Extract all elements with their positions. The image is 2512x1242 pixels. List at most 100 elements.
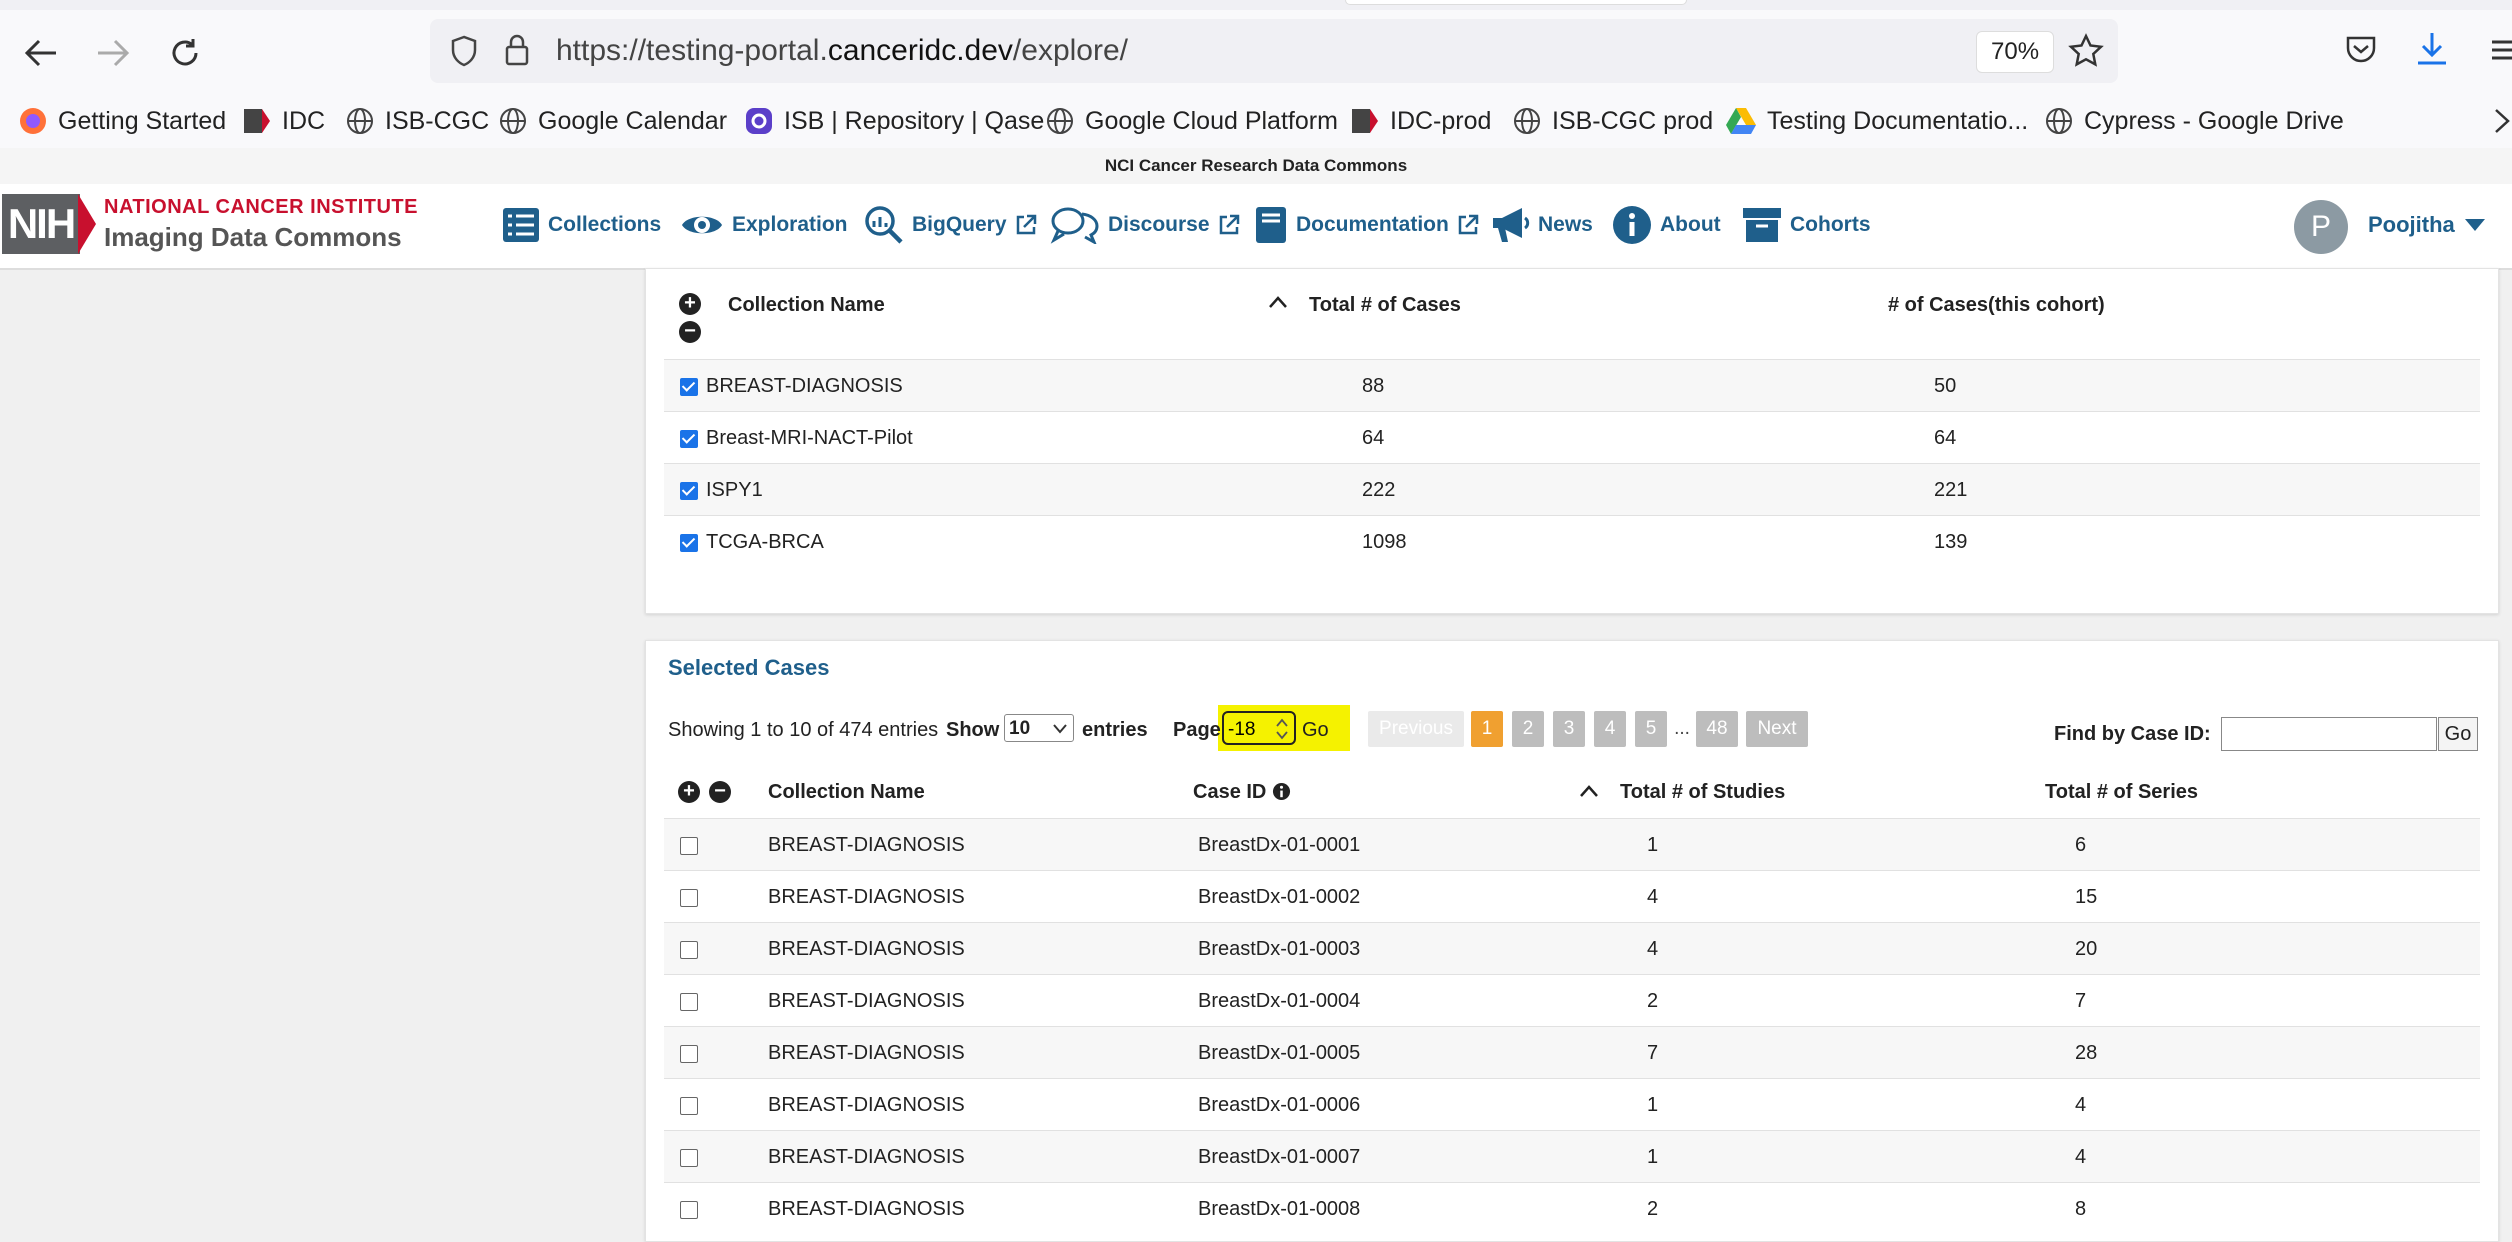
star-icon[interactable] [2068,33,2104,69]
arrow-right-icon [98,39,130,67]
page-go-button[interactable]: Go [1302,719,1329,742]
bookmark-testing-docs[interactable]: Testing Documentatio... [1725,100,2028,142]
bookmark-label: ISB-CGC prod [1552,106,1714,135]
nav-cohorts[interactable]: Cohorts [1742,202,1871,248]
table-row[interactable]: ISPY1 222 221 [664,463,2480,516]
table-row[interactable]: BREAST-DIAGNOSIS BreastDx-01-0003 4 20 [664,922,2480,975]
bookmark-label: ISB-CGC [385,106,490,135]
page-button-last[interactable]: 48 [1696,711,1738,747]
bookmark-idc-prod[interactable]: IDC-prod [1350,100,1491,142]
nav-bigquery[interactable]: BigQuery [864,202,1037,248]
table-row[interactable]: BREAST-DIAGNOSIS BreastDx-01-0007 1 4 [664,1130,2480,1183]
col-header-collection-name[interactable]: Collection Name [768,781,925,804]
page-button-4[interactable]: 4 [1594,711,1626,747]
forward-button[interactable] [88,28,138,78]
menu-icon[interactable] [2490,38,2512,62]
col-header-cohort-cases[interactable]: # of Cases(this cohort) [1888,294,2105,317]
collapse-all-icon[interactable]: − [679,321,701,343]
page-button-2[interactable]: 2 [1512,711,1544,747]
download-icon[interactable] [2414,30,2450,68]
bookmark-idc[interactable]: IDC [242,100,325,142]
table-row[interactable]: BREAST-DIAGNOSIS BreastDx-01-0006 1 4 [664,1078,2480,1131]
col-header-series[interactable]: Total # of Series [2045,781,2198,804]
row-checkbox[interactable] [680,1097,698,1115]
bookmark-google-cloud[interactable]: Google Cloud Platform [1045,100,1338,142]
qase-icon [746,108,772,134]
page-button-5[interactable]: 5 [1635,711,1667,747]
find-case-go-button[interactable]: Go [2438,717,2478,751]
row-checkbox[interactable] [680,1201,698,1219]
book-icon [1256,207,1286,243]
table-row[interactable]: BREAST-DIAGNOSIS 88 50 [664,359,2480,412]
row-checkbox[interactable] [680,1149,698,1167]
expand-all-icon[interactable]: + [679,293,701,315]
collapse-all-icon[interactable]: − [709,781,731,803]
address-bar[interactable]: https://testing-portal.canceridc.dev/exp… [430,19,2118,83]
nih-chevron [78,194,96,254]
nav-exploration[interactable]: Exploration [680,202,848,248]
table-row[interactable]: BREAST-DIAGNOSIS BreastDx-01-0005 7 28 [664,1026,2480,1079]
back-button[interactable] [16,28,66,78]
nav-discourse[interactable]: Discourse [1050,202,1240,248]
find-case-input[interactable] [2221,717,2437,751]
user-menu[interactable]: Poojitha [2368,212,2485,238]
page-button-3[interactable]: 3 [1553,711,1585,747]
col-header-collection-name[interactable]: Collection Name [728,294,885,317]
sort-asc-icon[interactable] [1268,295,1288,309]
nav-about[interactable]: About [1612,202,1721,248]
bookmark-label: Getting Started [58,106,227,135]
nav-news[interactable]: News [1490,202,1593,248]
row-checkbox[interactable] [680,837,698,855]
previous-button[interactable]: Previous [1368,711,1464,747]
nci-strip[interactable]: NCI Cancer Research Data Commons [0,148,2512,185]
col-header-case-id[interactable]: Case ID [1193,781,1291,804]
bookmark-label: IDC-prod [1390,106,1492,135]
row-checkbox[interactable] [680,993,698,1011]
chevron-right-icon[interactable] [2494,108,2510,134]
megaphone-icon [1493,208,1530,242]
sort-asc-icon[interactable] [1579,784,1599,798]
idc-icon [244,109,270,133]
bookmark-isb-cgc-prod[interactable]: ISB-CGC prod [1512,100,1713,142]
url-text: https://testing-portal.canceridc.dev/exp… [556,34,1128,67]
table-row[interactable]: BREAST-DIAGNOSIS BreastDx-01-0004 2 7 [664,974,2480,1027]
table-row[interactable]: BREAST-DIAGNOSIS BreastDx-01-0002 4 15 [664,870,2480,923]
page-label: Page [1173,719,1221,741]
row-checkbox[interactable] [680,430,698,448]
active-tab[interactable] [1345,0,1687,5]
next-button[interactable]: Next [1746,711,1808,747]
nav-documentation[interactable]: Documentation [1254,202,1479,248]
pocket-icon[interactable] [2344,34,2378,66]
bookmark-qase[interactable]: ISB | Repository | Qase [744,100,1044,142]
bookmark-getting-started[interactable]: Getting Started [18,100,226,142]
table-row[interactable]: Breast-MRI-NACT-Pilot 64 64 [664,411,2480,464]
table-row[interactable]: BREAST-DIAGNOSIS BreastDx-01-0001 1 6 [664,818,2480,871]
archive-box-icon [1743,208,1781,242]
nav-collections[interactable]: Collections [502,202,661,248]
bookmark-cypress-drive[interactable]: Cypress - Google Drive [2044,100,2344,142]
col-header-total-cases[interactable]: Total # of Cases [1309,294,1461,317]
bookmark-isb-cgc[interactable]: ISB-CGC [345,100,489,142]
table-row[interactable]: TCGA-BRCA 1098 139 [664,515,2480,568]
chat-bubbles-icon [1050,207,1099,244]
reload-button[interactable] [160,28,210,78]
avatar[interactable]: P [2294,200,2348,254]
row-checkbox[interactable] [680,378,698,396]
stepper-icon[interactable] [1276,718,1288,740]
zoom-level[interactable]: 70% [1976,31,2055,73]
expand-all-icon[interactable]: + [678,781,700,803]
page-button-1[interactable]: 1 [1471,711,1503,747]
entries-info: Showing 1 to 10 of 474 entries [668,719,939,741]
page-size-select[interactable]: 10 [1004,714,1074,742]
bookmark-google-calendar[interactable]: Google Calendar [498,100,727,142]
row-checkbox[interactable] [680,889,698,907]
info-icon[interactable] [1272,782,1291,801]
row-checkbox[interactable] [680,534,698,552]
page-number-input[interactable]: -18 [1222,711,1296,745]
row-checkbox[interactable] [680,482,698,500]
table-row[interactable]: BREAST-DIAGNOSIS BreastDx-01-0008 2 8 [664,1182,2480,1235]
globe-icon [2046,108,2072,134]
row-checkbox[interactable] [680,1045,698,1063]
col-header-studies[interactable]: Total # of Studies [1620,781,1785,804]
row-checkbox[interactable] [680,941,698,959]
